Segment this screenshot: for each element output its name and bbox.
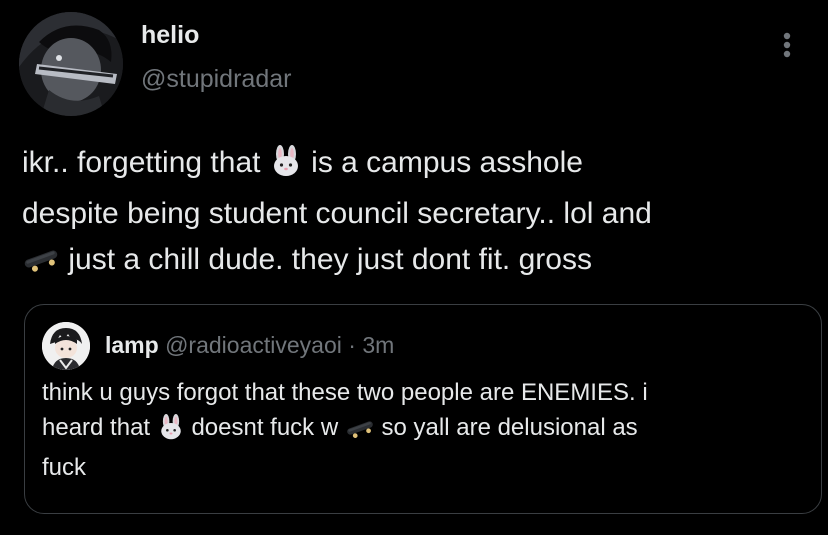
quote-timestamp[interactable]: 3m bbox=[362, 332, 394, 358]
author-avatar[interactable] bbox=[19, 12, 123, 116]
author-handle[interactable]: @stupidradar bbox=[141, 64, 291, 94]
rabbit-face-emoji bbox=[157, 414, 185, 450]
meta-separator: · bbox=[348, 332, 356, 358]
avatar-image bbox=[42, 322, 90, 370]
quote-line-2: heard that doesnt fuck w so yall are del… bbox=[42, 410, 802, 450]
post-line-1: ikr.. forgetting that is a campus asshol… bbox=[22, 140, 812, 191]
more-vertical-icon bbox=[783, 32, 791, 58]
quote-line-3: fuck bbox=[42, 454, 87, 481]
quote-meta: lamp @radioactiveyaoi · 3m bbox=[105, 331, 394, 359]
quote-author-name[interactable]: lamp bbox=[105, 332, 159, 358]
skateboard-emoji bbox=[345, 415, 375, 450]
quote-author-avatar[interactable] bbox=[42, 322, 90, 370]
post-line-3: just a chill dude. they just dont fit. g… bbox=[22, 237, 812, 288]
quote-text: think u guys forgot that these two peopl… bbox=[42, 375, 802, 485]
author-name[interactable]: helio bbox=[141, 20, 199, 50]
post-line-2: despite being student council secretary.… bbox=[22, 197, 652, 230]
quote-author-handle[interactable]: @radioactiveyaoi bbox=[165, 332, 342, 358]
avatar-image bbox=[19, 12, 123, 116]
rabbit-face-emoji bbox=[269, 145, 303, 191]
skateboard-emoji bbox=[22, 242, 60, 288]
post-text: ikr.. forgetting that is a campus asshol… bbox=[22, 140, 812, 288]
more-options-button[interactable] bbox=[770, 28, 804, 62]
quoted-post[interactable]: lamp @radioactiveyaoi · 3m think u guys … bbox=[24, 304, 822, 514]
quote-line-1: think u guys forgot that these two peopl… bbox=[42, 379, 648, 406]
